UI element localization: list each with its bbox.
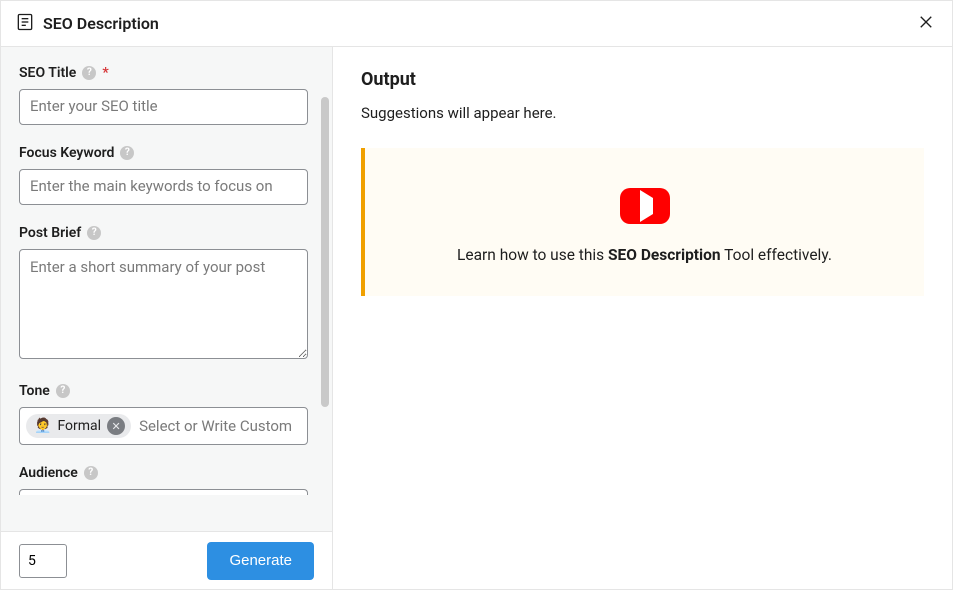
field-seo-title: SEO Title ? * — [19, 65, 308, 125]
video-tutorial-card: Learn how to use this SEO Description To… — [361, 148, 924, 296]
page-title: SEO Description — [43, 14, 159, 33]
output-panel: Output Suggestions will appear here. Lea… — [333, 47, 952, 589]
titlebar: SEO Description — [1, 1, 952, 47]
seo-title-input[interactable] — [19, 89, 308, 125]
label-seo-title-text: SEO Title — [19, 65, 76, 81]
page-icon — [15, 12, 35, 36]
focus-keyword-input[interactable] — [19, 169, 308, 205]
count-stepper[interactable] — [19, 544, 67, 578]
field-focus-keyword: Focus Keyword ? — [19, 145, 308, 205]
label-post-brief-text: Post Brief — [19, 225, 81, 241]
tone-chip-emoji: 🧑‍💼 — [34, 418, 51, 434]
chip-remove-button[interactable]: ✕ — [107, 417, 125, 435]
help-icon[interactable]: ? — [82, 66, 96, 80]
video-caption-bold: SEO Description — [608, 246, 721, 264]
label-audience-text: Audience — [19, 465, 78, 481]
tone-text-input[interactable] — [139, 417, 301, 435]
video-caption-suffix: Tool effectively. — [721, 246, 832, 264]
field-audience: Audience ? — [19, 465, 308, 495]
close-button[interactable] — [914, 12, 938, 36]
video-caption-prefix: Learn how to use this — [457, 246, 608, 264]
form-scroll: SEO Title ? * Focus Keyword ? — [1, 47, 332, 517]
scrollbar-thumb[interactable] — [321, 97, 329, 407]
form-sidebar: SEO Title ? * Focus Keyword ? — [1, 47, 332, 531]
help-icon[interactable]: ? — [120, 146, 134, 160]
play-icon — [637, 198, 653, 214]
post-brief-textarea[interactable] — [19, 249, 308, 359]
field-post-brief: Post Brief ? — [19, 225, 308, 363]
output-title: Output — [361, 69, 924, 90]
close-icon: ✕ — [111, 421, 120, 432]
audience-combobox-partial[interactable] — [19, 489, 308, 495]
help-icon[interactable]: ? — [87, 226, 101, 240]
output-subtitle: Suggestions will appear here. — [361, 104, 924, 122]
video-play-button[interactable] — [620, 188, 670, 224]
label-focus-keyword: Focus Keyword ? — [19, 145, 308, 161]
window: SEO Description SEO Title ? — [0, 0, 953, 590]
tone-chip-text: Formal — [57, 418, 101, 434]
close-icon — [917, 13, 935, 35]
label-tone: Tone ? — [19, 383, 308, 399]
titlebar-left: SEO Description — [15, 12, 159, 36]
tone-chip: 🧑‍💼 Formal ✕ — [26, 414, 131, 438]
sidebar-footer: Generate — [1, 531, 332, 589]
generate-button[interactable]: Generate — [207, 542, 314, 580]
label-seo-title: SEO Title ? * — [19, 65, 308, 81]
label-focus-keyword-text: Focus Keyword — [19, 145, 114, 161]
help-icon[interactable]: ? — [56, 384, 70, 398]
label-audience: Audience ? — [19, 465, 308, 481]
tone-combobox[interactable]: 🧑‍💼 Formal ✕ — [19, 407, 308, 445]
video-caption: Learn how to use this SEO Description To… — [457, 246, 832, 264]
label-tone-text: Tone — [19, 383, 50, 399]
required-mark: * — [102, 65, 108, 81]
label-post-brief: Post Brief ? — [19, 225, 308, 241]
sidebar-wrap: SEO Title ? * Focus Keyword ? — [1, 47, 333, 589]
content: SEO Title ? * Focus Keyword ? — [1, 47, 952, 589]
help-icon[interactable]: ? — [84, 466, 98, 480]
field-tone: Tone ? 🧑‍💼 Formal ✕ — [19, 383, 308, 445]
